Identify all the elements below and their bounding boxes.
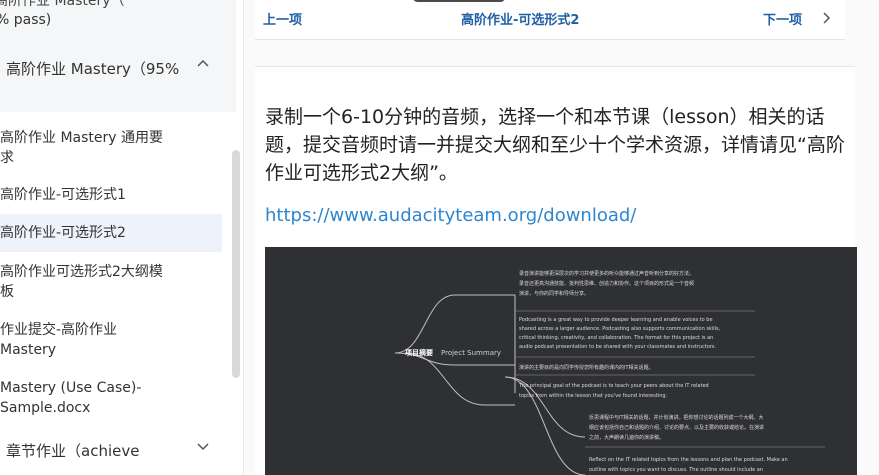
item-navigation-bar: 上一项 高阶作业-可选形式2 下一项: [255, 0, 845, 40]
sidebar-item-label: 求: [0, 150, 14, 166]
sidebar-item-mastery-requirements[interactable]: 高阶作业 Mastery 通用要 求: [0, 128, 222, 168]
mindmap-text: critical thinking, creativity, and colla…: [519, 335, 713, 341]
page-title: 高阶作业-可选形式2: [461, 13, 580, 28]
sidebar-item-option-2-outline-template[interactable]: 高阶作业可选形式2大纲模 板: [0, 262, 222, 302]
sidebar-item-label: Mastery (Use Case)-: [0, 380, 142, 396]
next-item-link[interactable]: 下一项: [763, 9, 802, 28]
assignment-description: 录制一个6-10分钟的音频，选择一个和本节课（lesson）相关的话题，提交音频…: [265, 106, 845, 184]
sidebar-item-label: Sample.docx: [0, 400, 91, 416]
mindmap-text: 录音还更高沟通技能、批判性思维、创造力和协作。这个项目的形式是一个音频: [519, 280, 694, 287]
mindmap-root-en: Project Summary: [441, 349, 501, 357]
sidebar-pass-requirement: % pass): [0, 12, 52, 28]
sidebar-item-label: 板: [0, 284, 14, 300]
audacity-download-link[interactable]: https://www.audacityteam.org/download/: [265, 205, 636, 226]
sidebar-item-sample-doc[interactable]: Mastery (Use Case)- Sample.docx: [0, 378, 222, 418]
mindmap-text: Podcasting is a great way to provide dee…: [519, 317, 713, 323]
mindmap-connector: [394, 294, 515, 354]
sidebar-scrollbar[interactable]: [232, 150, 240, 378]
sidebar-item-option-2[interactable]: 高阶作业-可选形式2: [0, 214, 222, 252]
sidebar-group-title-chapter[interactable]: 章节作业（achieve: [6, 440, 139, 461]
mindmap-text: Reflect on the IT related topics from th…: [589, 457, 788, 463]
mindmap-text: 演讲的主要目的是向同学传授您所有趣的课内的IT相关话题。: [519, 364, 654, 371]
sidebar-item-label: 作业提交-高阶作业: [0, 322, 118, 338]
mindmap-text: outline with topics you want to discuss.…: [589, 467, 763, 473]
overlay-tab: [412, 0, 506, 2]
sidebar-item-label: Mastery: [0, 342, 57, 358]
previous-item-link[interactable]: 上一项: [263, 9, 302, 28]
mindmap-diagram: 项目摘要 Project Summary 录音演讲能够更深层次的学习并使更多的听…: [394, 270, 825, 475]
mindmap-text: 演讲，与你的同学和导师分享。: [519, 290, 589, 297]
mindmap-text: topics from within the lesson that you'v…: [519, 393, 668, 399]
sidebar-item-label: 高阶作业 Mastery 通用要: [0, 130, 163, 146]
mindmap-text: 之前，大声朗读几遍你的演讲稿。: [589, 434, 664, 441]
sidebar-item-label: 高阶作业-可选形式2: [0, 225, 126, 241]
sidebar-item-option-1[interactable]: 高阶作业-可选形式1: [0, 185, 222, 205]
main-content-area: 上一项 高阶作业-可选形式2 下一项 录制一个6-10分钟的音频，选择一个和本节…: [245, 0, 879, 475]
chevron-down-icon[interactable]: [196, 439, 210, 453]
sidebar-item-label: 高阶作业-可选形式1: [0, 187, 126, 203]
mindmap-text: 录音演讲能够更深层次的学习并使更多的听众能够通过声音听到分享的好方法。: [519, 270, 694, 277]
mindmap-text: audio podcast presentation to be shared …: [519, 344, 717, 350]
chevron-up-icon[interactable]: [196, 57, 210, 71]
sidebar-group-header[interactable]: 高阶作业 Mastery（ % pass) 高阶作业 Mastery（95%: [0, 0, 236, 112]
project-summary-mindmap-image: 项目摘要 Project Summary 录音演讲能够更深层次的学习并使更多的听…: [265, 247, 857, 475]
mindmap-connector: [504, 376, 586, 475]
sidebar-item-submission[interactable]: 作业提交-高阶作业 Mastery: [0, 320, 222, 360]
sidebar-item-label: 高阶作业可选形式2大纲模: [0, 264, 163, 280]
assignment-content: 录制一个6-10分钟的音频，选择一个和本节课（lesson）相关的话题，提交音频…: [255, 66, 857, 475]
sidebar-group-title[interactable]: 高阶作业 Mastery（95%: [6, 58, 179, 79]
mindmap-text: The principal goal of the podcast is to …: [518, 383, 709, 389]
mindmap-text: shared across a larger audience. Podcast…: [519, 326, 721, 332]
sidebar-previous-item-label[interactable]: 高阶作业 Mastery（: [0, 0, 125, 10]
mindmap-text: 反思课程中与IT相关的话题，并计划演讲。把你想讨论的话题列成一个大纲。大: [589, 414, 764, 421]
mindmap-connector: [404, 352, 515, 406]
course-navigation-sidebar: 高阶作业 Mastery（ % pass) 高阶作业 Mastery（95% 高…: [0, 0, 244, 475]
mindmap-text: 纲应该包括你自己和话题的介绍、讨论的要点、以及主要的收获或结论。在演讲: [589, 424, 764, 431]
mindmap-root-cn: 项目摘要: [405, 348, 433, 357]
chevron-right-icon[interactable]: [821, 12, 831, 24]
